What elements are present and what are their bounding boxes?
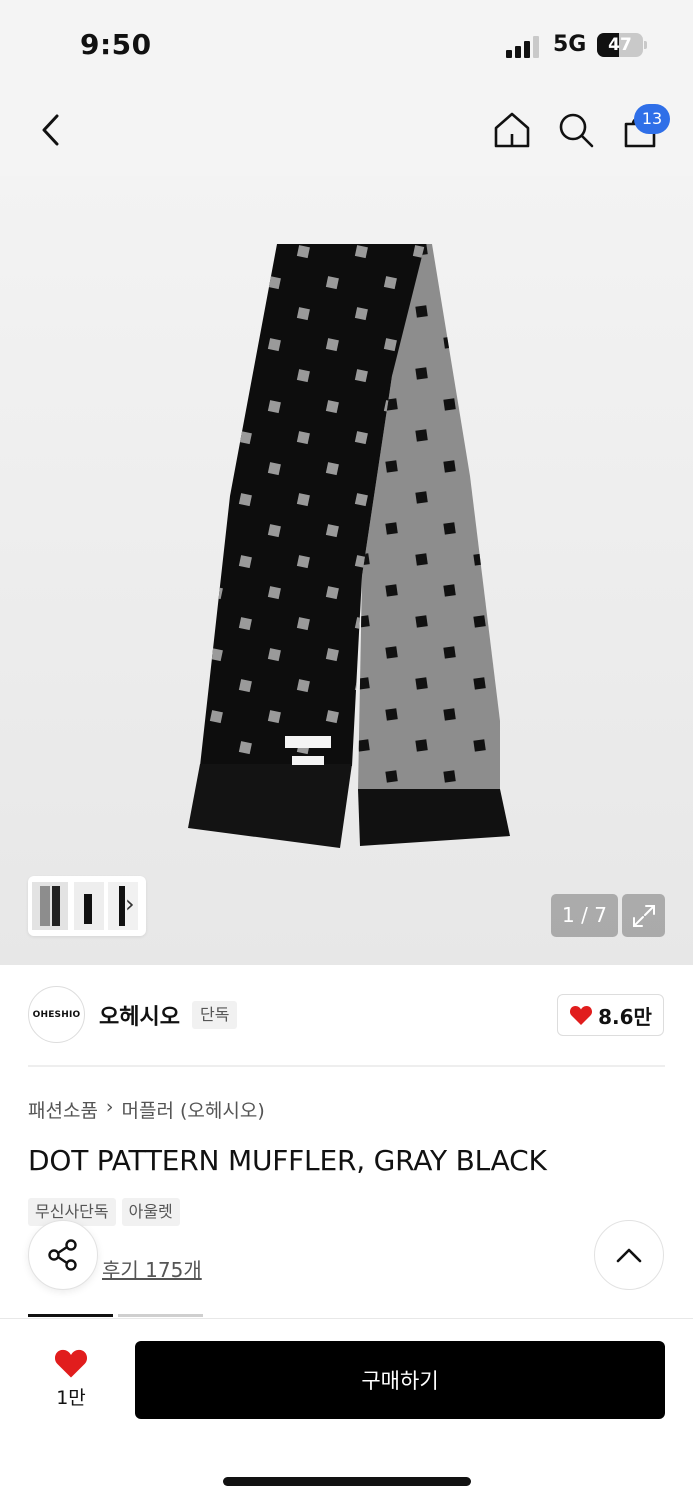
breadcrumb-separator: › (105, 1096, 114, 1118)
brand-logo[interactable]: OHESHIO (28, 986, 85, 1043)
option-tab-inactive[interactable] (118, 1314, 203, 1317)
home-button[interactable] (488, 106, 536, 154)
chevron-left-icon (42, 114, 59, 146)
product-title: DOT PATTERN MUFFLER, GRAY BLACK (28, 1144, 547, 1177)
muffler-product-image (188, 244, 510, 848)
search-button[interactable] (552, 106, 600, 154)
buy-button[interactable]: 구매하기 (135, 1341, 665, 1419)
back-button[interactable] (26, 106, 74, 154)
brand-like-button[interactable]: 8.6만 (557, 994, 664, 1036)
heart-icon (54, 1349, 88, 1378)
review-link[interactable]: 후기 175개 (102, 1254, 202, 1283)
thumbnail-next-icon[interactable]: › (125, 890, 135, 918)
share-button[interactable] (28, 1220, 98, 1290)
expand-icon (632, 904, 655, 927)
brand-name[interactable]: 오헤시오 (99, 999, 180, 1031)
home-indicator (223, 1477, 471, 1486)
top-nav (0, 90, 693, 176)
cart-count-badge: 13 (634, 104, 670, 134)
chevron-up-icon (616, 1248, 642, 1263)
thumbnail-strip[interactable]: › (28, 876, 146, 936)
breadcrumb-subcategory[interactable]: 머플러 (오헤시오) (122, 1096, 265, 1123)
brand-like-count: 8.6만 (598, 1004, 652, 1029)
status-time: 9:50 (80, 28, 152, 61)
search-icon (559, 113, 594, 148)
scroll-top-button[interactable] (594, 1220, 664, 1290)
product-like-button[interactable]: 1만 (40, 1347, 102, 1419)
signal-icon (506, 34, 542, 58)
network-label: 5G (553, 32, 587, 57)
heart-icon (570, 1006, 593, 1025)
status-bar: 9:50 5G 47 (0, 0, 693, 90)
battery-icon: 47 (597, 33, 643, 57)
exclusive-tag: 단독 (192, 1001, 238, 1029)
breadcrumb-category[interactable]: 패션소품 (28, 1096, 98, 1123)
battery-tip (644, 41, 647, 49)
expand-button[interactable] (622, 894, 665, 937)
option-tab-active[interactable] (28, 1314, 113, 1317)
breadcrumb: 패션소품 › 머플러 (오헤시오) (28, 1096, 265, 1123)
product-image-gallery[interactable]: › 1 / 7 (0, 176, 693, 965)
product-like-count: 1만 (56, 1387, 86, 1409)
share-icon (48, 1239, 77, 1271)
tag-outlet: 아울렛 (121, 1198, 180, 1226)
bottom-action-bar: 1만 구매하기 (0, 1318, 693, 1500)
battery-level: 47 (608, 35, 632, 55)
divider (28, 1065, 665, 1067)
home-icon (494, 112, 530, 148)
image-counter: 1 / 7 (551, 894, 618, 937)
brand-row: OHESHIO 오헤시오 단독 8.6만 (0, 965, 693, 1065)
